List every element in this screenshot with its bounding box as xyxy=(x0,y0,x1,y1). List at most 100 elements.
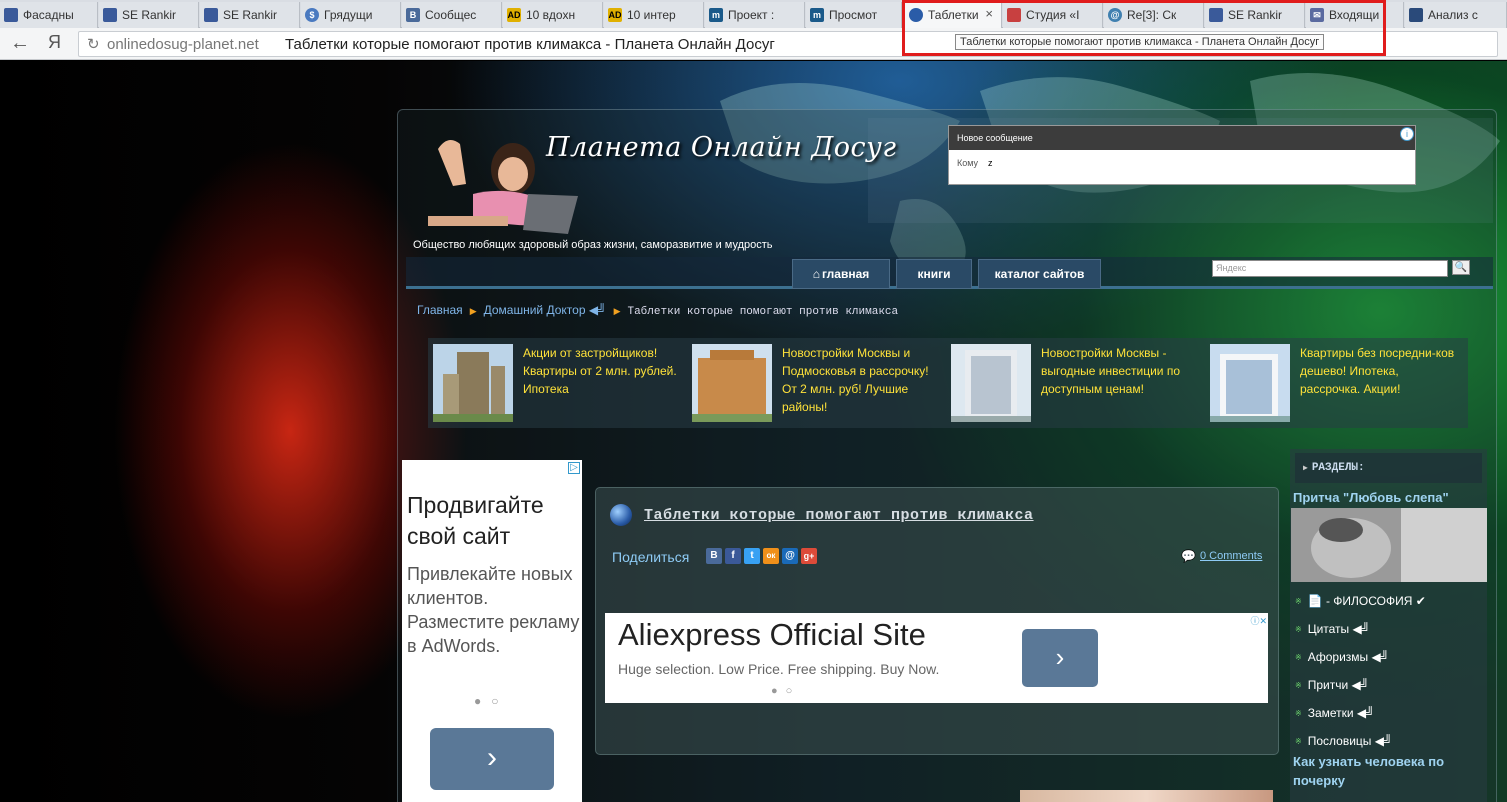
share-label: Поделиться xyxy=(612,549,690,565)
building-image xyxy=(433,344,513,422)
vk-share-icon[interactable]: В xyxy=(706,548,722,564)
googleplus-share-icon[interactable]: g+ xyxy=(801,548,817,564)
comments-link[interactable]: 0 Comments xyxy=(1200,550,1262,562)
bar-chart-icon xyxy=(204,8,218,22)
twitter-share-icon[interactable]: t xyxy=(744,548,760,564)
couple-photo xyxy=(1291,508,1487,582)
share-buttons: В f t ок @ g+ xyxy=(706,548,817,564)
message-header: Новое сообщение xyxy=(949,126,1415,150)
adwords-headline[interactable]: Продвигайте свой сайт xyxy=(407,490,582,552)
sidebar-item-notes[interactable]: ※ Заметки ◀╝ xyxy=(1295,699,1485,727)
tab-12[interactable]: SE Rankir xyxy=(1205,2,1305,28)
ali-ad-next-button[interactable]: › xyxy=(1022,629,1098,687)
yandex-search-input[interactable]: Яндекс xyxy=(1212,260,1448,277)
ad-icon: AD xyxy=(507,8,521,22)
tab-bar: Фасадны SE Rankir SE Rankir $ Грядущи B Со… xyxy=(0,0,1507,28)
odnoklassniki-share-icon[interactable]: ок xyxy=(763,548,779,564)
tab-8[interactable]: m Просмот xyxy=(806,2,902,28)
envelope-icon: ✉ xyxy=(1310,8,1324,22)
search-icon[interactable]: 🔍 xyxy=(1452,260,1470,275)
sidebar-item-proverbs[interactable]: ※ Пословицы ◀╝ xyxy=(1295,727,1485,755)
sidebar-post-link[interactable]: Притча "Любовь слепа" xyxy=(1293,490,1449,505)
realty-ad-text[interactable]: Акции от застройщиков! Квартиры от 2 млн… xyxy=(523,344,683,398)
tab-4[interactable]: B Сообщес xyxy=(402,2,502,28)
reload-icon[interactable]: ↻ xyxy=(87,35,100,53)
tab-1[interactable]: SE Rankir xyxy=(99,2,199,28)
article-title[interactable]: Таблетки которые помогают против климакс… xyxy=(644,507,1034,524)
breadcrumb-home[interactable]: Главная xyxy=(417,303,463,317)
tab-7[interactable]: m Проект : xyxy=(705,2,805,28)
adchoices-close-icon[interactable]: ⓘ✕ xyxy=(1250,614,1267,627)
arrow-right-icon: ▶ xyxy=(1303,464,1308,473)
adwords-next-button[interactable]: › xyxy=(430,728,554,790)
sidebar-item-label: Цитаты ◀╝ xyxy=(1307,622,1371,636)
tab-13[interactable]: ✉ Входящи xyxy=(1306,2,1404,28)
nav-catalog-button[interactable]: каталог сайтов xyxy=(978,259,1101,289)
realty-ad-text[interactable]: Квартиры без посредни-ков дешево! Ипотек… xyxy=(1300,344,1460,398)
globe-icon xyxy=(610,504,632,526)
building-image xyxy=(1210,344,1290,422)
url-domain: onlinedosug-planet.net xyxy=(107,36,259,53)
sidebar-item-parables[interactable]: ※ Притчи ◀╝ xyxy=(1295,671,1485,699)
m-icon: m xyxy=(810,8,824,22)
mailru-share-icon[interactable]: @ xyxy=(782,548,798,564)
message-to-value[interactable]: z xyxy=(988,158,993,168)
sidebar-item-aphorisms[interactable]: ※ Афоризмы ◀╝ xyxy=(1295,643,1485,671)
yandex-icon[interactable]: Я xyxy=(48,32,61,53)
new-message-widget: Новое сообщение Кому z i xyxy=(948,125,1416,185)
building-image xyxy=(692,344,772,422)
back-arrow-icon[interactable]: ← xyxy=(10,32,30,55)
nav-home-label: главная xyxy=(821,267,870,281)
nav-books-label: книги xyxy=(917,267,951,281)
realty-ad[interactable]: Новостройки Москвы и Подмосковья в расср… xyxy=(687,344,937,424)
carousel-dots[interactable]: ●○ xyxy=(474,694,509,708)
info-icon[interactable]: i xyxy=(1400,127,1414,141)
site-title[interactable]: Планета Онлайн Досуг xyxy=(546,132,896,163)
tab-14[interactable]: Анализ с xyxy=(1405,2,1507,28)
realty-ad-text[interactable]: Новостройки Москвы и Подмосковья в расср… xyxy=(782,344,942,416)
bullet-icon: ※ xyxy=(1295,708,1302,718)
breadcrumb-section[interactable]: Домашний Доктор ◀╝ xyxy=(484,303,607,317)
right-sidebar: ▶ РАЗДЕЛЫ: Притча "Любовь слепа" ※ 📄 - ФИЛ… xyxy=(1290,449,1487,802)
facebook-share-icon[interactable]: f xyxy=(725,548,741,564)
sidebar-post-link[interactable]: Как узнать человека по почерку xyxy=(1293,752,1483,790)
mail-at-icon: @ xyxy=(1108,8,1122,22)
sidebar-item-label: Афоризмы ◀╝ xyxy=(1307,650,1390,664)
sections-heading: ▶ РАЗДЕЛЫ: xyxy=(1295,453,1482,483)
tab-11[interactable]: @ Re[3]: Ск xyxy=(1104,2,1204,28)
nav-home-button[interactable]: ⌂ главная xyxy=(792,259,890,289)
message-to-row[interactable]: Кому z xyxy=(949,150,1415,176)
comment-bubble-icon: 💬 xyxy=(1181,549,1196,563)
bar-chart-icon xyxy=(1209,8,1223,22)
bullet-icon: ※ xyxy=(1295,624,1302,634)
tab-3[interactable]: $ Грядущи xyxy=(301,2,401,28)
realty-ad[interactable]: Квартиры без посредни-ков дешево! Ипотек… xyxy=(1205,344,1455,424)
ad-icon: AD xyxy=(608,8,622,22)
breadcrumb-current: Таблетки которые помогают против климакс… xyxy=(627,306,899,318)
url-page-title: Таблетки которые помогают против климакс… xyxy=(285,36,775,53)
realty-ad[interactable]: Новостройки Москвы - выгодные инвестиции… xyxy=(946,344,1196,424)
aliexpress-ad[interactable]: Aliexpress Official Site Huge selection.… xyxy=(605,613,1268,703)
realty-ad[interactable]: Акции от застройщиков! Квартиры от 2 млн… xyxy=(428,344,678,424)
carousel-dots[interactable]: ●○ xyxy=(771,685,800,697)
breadcrumb-separator-icon: ▶ xyxy=(469,306,477,316)
tab-6[interactable]: AD 10 интер xyxy=(604,2,704,28)
ali-ad-subtitle: Huge selection. Low Price. Free shipping… xyxy=(618,661,940,677)
sidebar-item-quotes[interactable]: ※ Цитаты ◀╝ xyxy=(1295,615,1485,643)
adchoices-icon[interactable]: ▷ xyxy=(568,462,580,474)
tab-10[interactable]: Студия «I xyxy=(1003,2,1103,28)
nav-books-button[interactable]: книги xyxy=(896,259,972,289)
tab-9-active[interactable]: Таблетки × xyxy=(904,2,1002,28)
close-tab-icon[interactable]: × xyxy=(985,6,993,21)
tab-0[interactable]: Фасадны xyxy=(0,2,98,28)
realty-ad-text[interactable]: Новостройки Москвы - выгодные инвестиции… xyxy=(1041,344,1201,398)
tab-5[interactable]: AD 10 вдохн xyxy=(503,2,603,28)
ali-ad-title[interactable]: Aliexpress Official Site xyxy=(618,617,926,653)
dollar-icon: $ xyxy=(305,8,319,22)
sidebar-item-philosophy[interactable]: ※ 📄 - ФИЛОСОФИЯ ✔ xyxy=(1295,587,1485,615)
tab-2[interactable]: SE Rankir xyxy=(200,2,300,28)
sidebar-item-label: Пословицы ◀╝ xyxy=(1307,734,1393,748)
adwords-ad[interactable]: ▷ Продвигайте свой сайт Привлекайте новы… xyxy=(402,460,582,802)
globe-icon xyxy=(909,8,923,22)
home-icon: ⌂ xyxy=(812,267,820,281)
